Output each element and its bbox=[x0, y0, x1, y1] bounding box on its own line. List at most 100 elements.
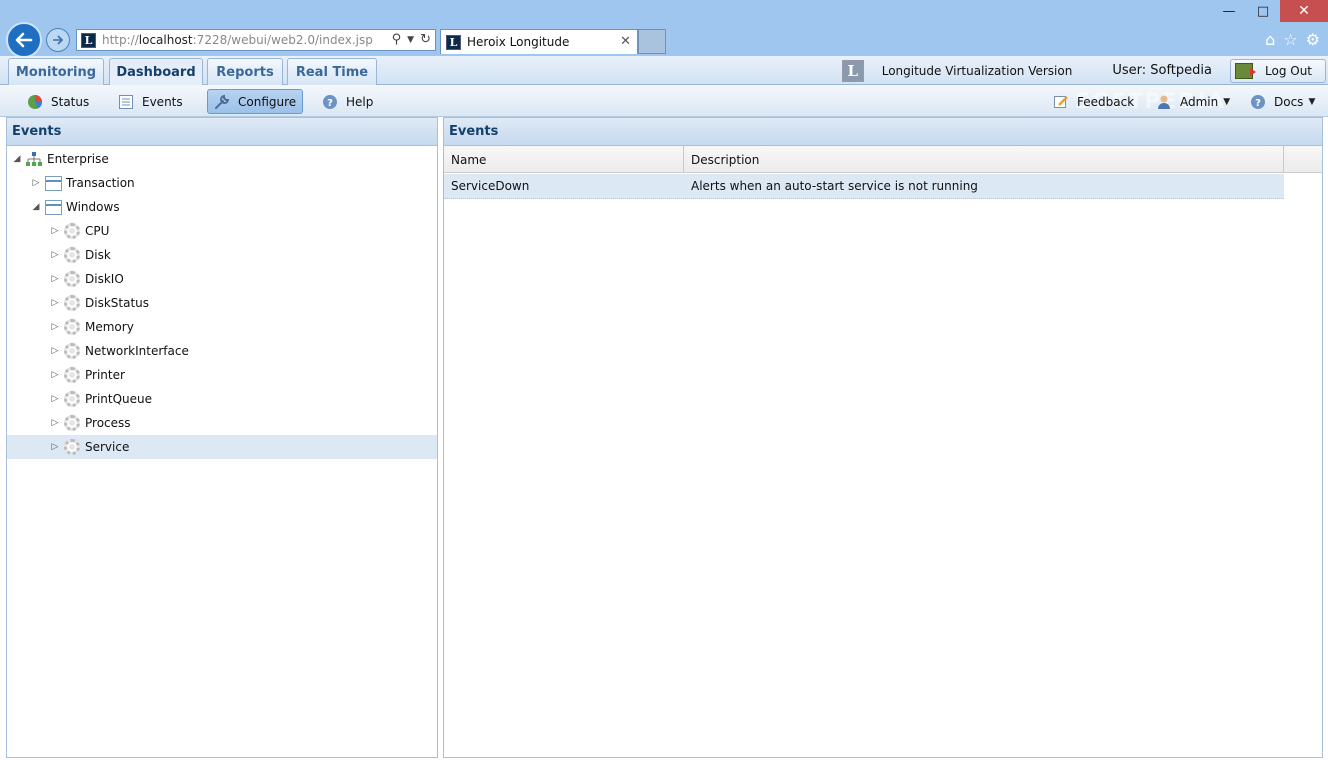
gear-icon bbox=[63, 342, 81, 360]
help-icon: ? bbox=[323, 94, 337, 109]
site-favicon-icon: L bbox=[81, 32, 96, 48]
svg-text:?: ? bbox=[1255, 98, 1261, 109]
tree-node-label: Enterprise bbox=[47, 152, 109, 166]
longitude-logo-icon: L bbox=[841, 59, 864, 82]
tree-node[interactable]: ▷ Process bbox=[7, 411, 437, 435]
expand-arrow-icon[interactable]: ▷ bbox=[30, 178, 42, 188]
tree-node[interactable]: ◢ Enterprise bbox=[7, 147, 437, 171]
collapse-arrow-icon[interactable]: ◢ bbox=[30, 202, 42, 212]
org-chart-icon bbox=[25, 150, 43, 168]
tab-real-time[interactable]: Real Time bbox=[287, 58, 377, 85]
row-name-cell: ServiceDown bbox=[451, 179, 530, 193]
tree-node-label: Memory bbox=[85, 320, 134, 334]
user-label: User: Softpedia bbox=[1112, 63, 1212, 78]
tree-node[interactable]: ▷ PrintQueue bbox=[7, 387, 437, 411]
window-controls: — □ ✕ bbox=[1212, 0, 1328, 22]
gear-icon bbox=[63, 318, 81, 336]
tab-close-icon[interactable]: ✕ bbox=[620, 34, 631, 49]
tree-node[interactable]: ▷ Printer bbox=[7, 363, 437, 387]
log-out-label: Log Out bbox=[1265, 63, 1313, 78]
arrow-left-icon bbox=[15, 32, 33, 48]
gear-icon bbox=[63, 366, 81, 384]
table-row[interactable]: ServiceDown Alerts when an auto-start se… bbox=[444, 174, 1284, 199]
expand-arrow-icon[interactable]: ▷ bbox=[49, 370, 61, 380]
browser-tab[interactable]: L Heroix Longitude ✕ bbox=[440, 29, 638, 54]
expand-arrow-icon[interactable]: ▷ bbox=[49, 346, 61, 356]
docs-help-icon: ? bbox=[1251, 94, 1265, 109]
gear-icon bbox=[63, 414, 81, 432]
search-icon[interactable]: ⚲ bbox=[392, 32, 402, 47]
expand-arrow-icon[interactable]: ▷ bbox=[49, 274, 61, 284]
help-button[interactable]: ? Help bbox=[315, 89, 380, 114]
product-version-text: Longitude Virtualization Version bbox=[881, 63, 1073, 78]
tree-node[interactable]: ▷ Disk bbox=[7, 243, 437, 267]
home-icon[interactable]: ⌂ bbox=[1265, 30, 1275, 49]
tree-node[interactable]: ▷ DiskStatus bbox=[7, 291, 437, 315]
dropdown-icon[interactable]: ▼ bbox=[407, 35, 414, 47]
tab-title: Heroix Longitude bbox=[467, 35, 570, 49]
tree-node-label: NetworkInterface bbox=[85, 344, 189, 358]
refresh-icon[interactable]: ↻ bbox=[420, 32, 431, 47]
expand-arrow-icon[interactable]: ▷ bbox=[49, 442, 61, 452]
back-button[interactable] bbox=[6, 22, 42, 58]
expand-arrow-icon[interactable]: ▷ bbox=[49, 298, 61, 308]
tree-node[interactable]: ▷ CPU bbox=[7, 219, 437, 243]
tree-node[interactable]: ▷ DiskIO bbox=[7, 267, 437, 291]
gear-icon bbox=[63, 246, 81, 264]
table-icon bbox=[44, 174, 62, 192]
log-out-button[interactable]: Log Out bbox=[1230, 58, 1326, 83]
url-text[interactable]: http://localhost:7228/webui/web2.0/index… bbox=[102, 33, 373, 47]
tree-node-label: CPU bbox=[85, 224, 110, 238]
feedback-pencil-icon bbox=[1054, 95, 1068, 108]
docs-menu-button[interactable]: ? Docs ▼ bbox=[1243, 89, 1322, 114]
minimize-icon[interactable]: — bbox=[1212, 0, 1246, 22]
expand-arrow-icon[interactable]: ▷ bbox=[49, 418, 61, 428]
tree-node[interactable]: ▷ NetworkInterface bbox=[7, 339, 437, 363]
configure-button[interactable]: Configure bbox=[207, 89, 304, 114]
admin-menu-button[interactable]: Admin ▼ bbox=[1149, 89, 1237, 114]
expand-arrow-icon[interactable]: ▷ bbox=[49, 322, 61, 332]
log-out-icon bbox=[1235, 62, 1256, 79]
expand-arrow-icon[interactable]: ▷ bbox=[49, 394, 61, 404]
tree-node-label: DiskStatus bbox=[85, 296, 150, 310]
feedback-label: Feedback bbox=[1077, 94, 1135, 109]
left-panel-title: Events bbox=[7, 118, 437, 146]
column-header-description[interactable]: Description bbox=[684, 146, 1284, 173]
main-tabs: Monitoring Dashboard Reports Real Time L… bbox=[0, 56, 1328, 86]
chevron-down-icon: ▼ bbox=[1308, 96, 1316, 107]
forward-button[interactable] bbox=[46, 28, 70, 52]
address-bar[interactable]: L http://localhost:7228/webui/web2.0/ind… bbox=[76, 29, 436, 51]
grid-header: Name Description bbox=[444, 146, 1322, 173]
tree-node-label: PrintQueue bbox=[85, 392, 153, 406]
events-tree-panel: Events ◢ Enterprise ▷ Transaction ◢ Windows ▷ C… bbox=[6, 117, 438, 758]
tab-reports[interactable]: Reports bbox=[207, 58, 283, 85]
new-tab-button[interactable] bbox=[638, 29, 666, 54]
maximize-icon[interactable]: □ bbox=[1246, 0, 1280, 22]
collapse-arrow-icon[interactable]: ◢ bbox=[11, 154, 23, 164]
tree-node[interactable]: ◢ Windows bbox=[7, 195, 437, 219]
settings-gear-icon[interactable]: ⚙ bbox=[1306, 30, 1320, 49]
close-icon[interactable]: ✕ bbox=[1280, 0, 1328, 22]
tab-monitoring[interactable]: Monitoring bbox=[8, 58, 104, 85]
expand-arrow-icon[interactable]: ▷ bbox=[49, 226, 61, 236]
admin-label: Admin bbox=[1180, 94, 1219, 109]
column-header-name[interactable]: Name bbox=[444, 146, 684, 173]
tree-node[interactable]: ▷ Transaction bbox=[7, 171, 437, 195]
tree-node-label: Service bbox=[85, 440, 130, 454]
favorites-star-icon[interactable]: ☆ bbox=[1283, 30, 1297, 49]
tab-favicon-icon: L bbox=[446, 34, 461, 50]
feedback-button[interactable]: Feedback bbox=[1046, 89, 1141, 114]
tree-node[interactable]: ▷ Service bbox=[7, 435, 437, 459]
list-icon bbox=[119, 94, 133, 109]
tree-node[interactable]: ▷ Memory bbox=[7, 315, 437, 339]
browser-chrome: — □ ✕ L http://localhost:7228/webui/web2… bbox=[0, 0, 1328, 58]
pie-chart-icon bbox=[28, 94, 42, 109]
row-description-cell: Alerts when an auto-start service is not… bbox=[691, 179, 978, 193]
events-grid-panel: Events Name Description ServiceDown Aler… bbox=[443, 117, 1323, 758]
expand-arrow-icon[interactable]: ▷ bbox=[49, 250, 61, 260]
tree-node-label: DiskIO bbox=[85, 272, 124, 286]
status-button[interactable]: Status bbox=[20, 89, 96, 114]
events-button[interactable]: Events bbox=[111, 89, 190, 114]
tab-dashboard[interactable]: Dashboard bbox=[109, 58, 203, 86]
tree-node-label: Disk bbox=[85, 248, 111, 262]
